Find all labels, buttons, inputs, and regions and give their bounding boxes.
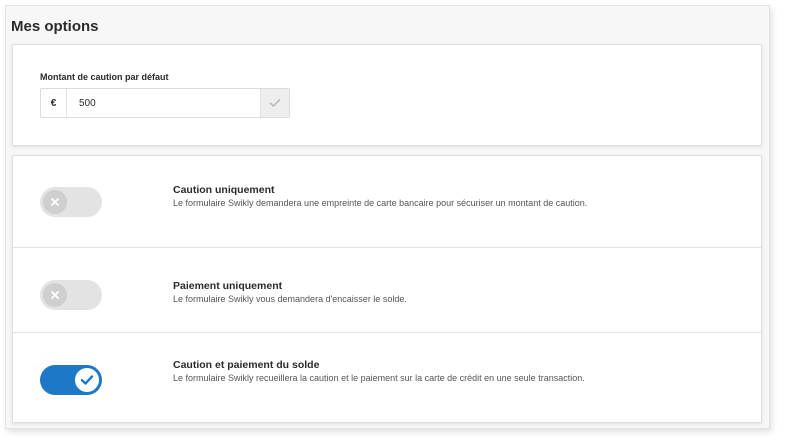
close-icon: [51, 291, 59, 299]
toggle-caution-paiement[interactable]: [40, 365, 102, 395]
option-title: Caution et paiement du solde: [173, 359, 320, 371]
options-panel: Mes options Montant de caution par défau…: [5, 5, 770, 429]
option-text: Paiement uniquement Le formulaire Swikly…: [173, 280, 593, 305]
toggle-caution[interactable]: [40, 187, 102, 217]
check-icon: [269, 99, 281, 107]
option-description: Le formulaire Swikly demandera une empre…: [173, 198, 588, 208]
option-row-caution-paiement: Caution et paiement du solde Le formulai…: [13, 333, 761, 422]
option-description: Le formulaire Swikly vous demandera d'en…: [173, 294, 407, 304]
toggle-knob: [75, 368, 99, 392]
page-title: Mes options: [11, 18, 99, 35]
option-text: Caution et paiement du solde Le formulai…: [173, 359, 593, 384]
check-icon: [80, 375, 94, 385]
toggle-paiement[interactable]: [40, 280, 102, 310]
amount-input[interactable]: [67, 89, 260, 117]
option-row-caution: Caution uniquement Le formulaire Swikly …: [13, 156, 761, 248]
currency-symbol: €: [41, 89, 67, 117]
confirm-amount-button[interactable]: [260, 89, 289, 117]
option-row-paiement: Paiement uniquement Le formulaire Swikly…: [13, 248, 761, 333]
options-list-card: Caution uniquement Le formulaire Swikly …: [12, 155, 762, 423]
close-icon: [51, 198, 59, 206]
option-description: Le formulaire Swikly recueillera la caut…: [173, 373, 585, 383]
amount-label: Montant de caution par défaut: [40, 72, 169, 82]
option-title: Caution uniquement: [173, 184, 275, 196]
toggle-knob: [43, 190, 67, 214]
default-amount-card: Montant de caution par défaut €: [12, 44, 762, 146]
amount-input-group: €: [40, 88, 290, 118]
option-title: Paiement uniquement: [173, 280, 283, 292]
toggle-knob: [43, 283, 67, 307]
option-text: Caution uniquement Le formulaire Swikly …: [173, 184, 593, 209]
